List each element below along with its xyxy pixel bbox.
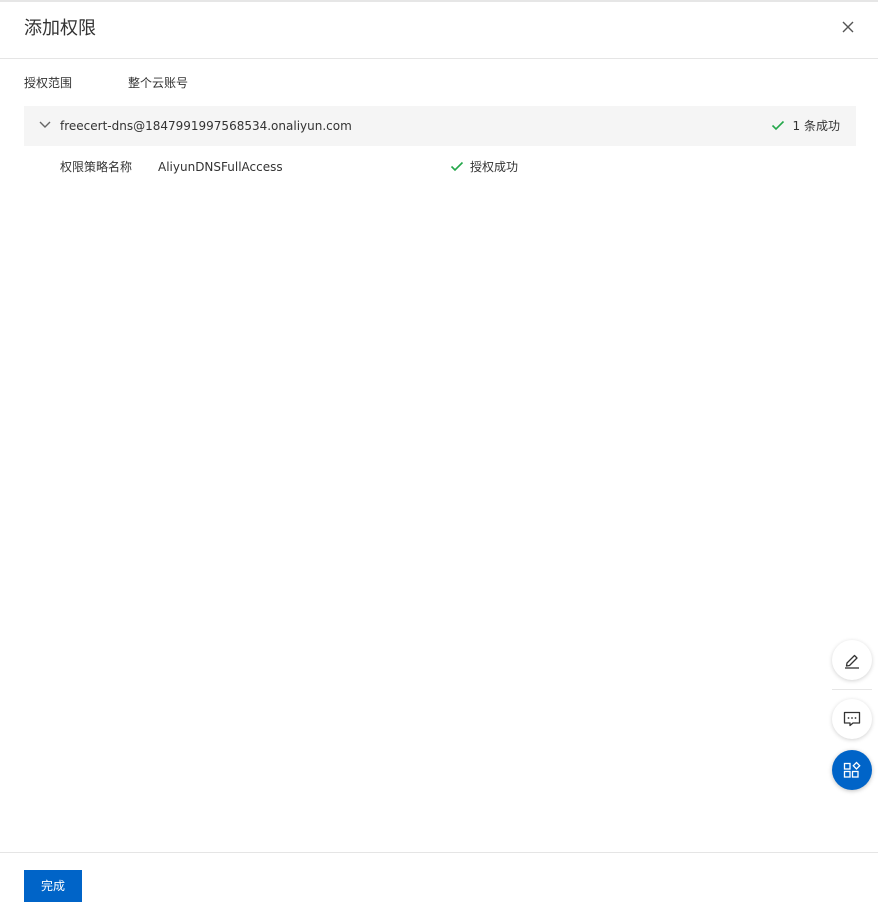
result-status-text: 授权成功 [470,160,519,174]
edit-pen-icon [845,654,859,669]
account-name: freecert-dns@1847991997568534.onaliyun.c… [60,119,352,133]
add-permission-dialog: 添加权限 授权范围 整个云账号 freecert-dns@18479919975… [0,0,878,918]
scope-value: 整个云账号 [128,76,189,90]
edit-button[interactable] [832,640,872,680]
chat-bubble-icon [843,711,861,727]
dialog-title: 添加权限 [24,18,96,39]
floating-divider [832,689,872,690]
check-icon [771,120,784,131]
result-status: 授权成功 [450,158,519,176]
apps-button[interactable] [832,750,872,790]
feedback-button[interactable] [832,699,872,739]
result-row: 权限策略名称 AliyunDNSFullAccess 授权成功 [60,158,856,176]
dialog-footer: 完成 [0,852,878,918]
close-button[interactable] [840,19,856,35]
group-status-text: 1 条成功 [792,119,840,133]
apps-grid-icon [843,761,861,778]
check-icon [450,161,464,172]
close-icon [842,21,854,33]
group-status: 1 条成功 [771,118,840,134]
chevron-down-icon[interactable] [38,120,52,130]
policy-name-value: AliyunDNSFullAccess [158,160,283,174]
done-button[interactable]: 完成 [24,870,82,902]
result-group-header[interactable]: freecert-dns@1847991997568534.onaliyun.c… [24,106,856,146]
policy-name-label: 权限策略名称 [60,160,133,174]
dialog-header: 添加权限 [0,0,878,59]
scope-label: 授权范围 [24,76,73,90]
